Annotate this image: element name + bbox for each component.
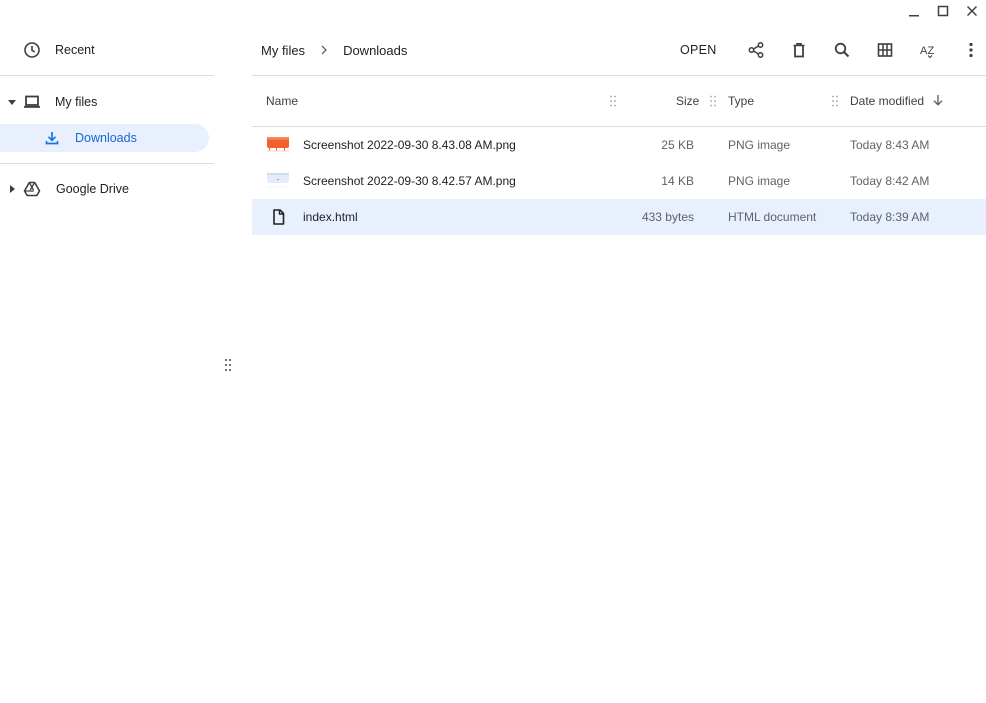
sidebar-item-downloads[interactable]: Downloads bbox=[0, 124, 209, 152]
minimize-button[interactable] bbox=[899, 0, 928, 22]
close-icon bbox=[966, 5, 977, 17]
sidebar-item-label: Google Drive bbox=[56, 182, 129, 196]
file-size: 25 KB bbox=[661, 138, 694, 152]
delete-button[interactable] bbox=[785, 36, 813, 64]
sidebar-item-google-drive[interactable]: Google Drive bbox=[7, 177, 129, 201]
clock-icon bbox=[23, 41, 41, 59]
sidebar-item-label: Downloads bbox=[75, 131, 137, 145]
image-thumbnail-orange bbox=[267, 137, 289, 152]
close-button[interactable] bbox=[957, 0, 986, 22]
share-button[interactable] bbox=[742, 36, 770, 64]
sidebar-item-recent[interactable]: Recent bbox=[23, 38, 95, 62]
image-thumbnail-light bbox=[267, 173, 289, 188]
grid-view-icon bbox=[877, 43, 892, 57]
column-header-size[interactable]: Size bbox=[676, 93, 699, 109]
more-options-button[interactable] bbox=[957, 36, 985, 64]
file-date-modified: Today 8:42 AM bbox=[850, 174, 930, 188]
document-icon bbox=[273, 209, 285, 225]
window-controls bbox=[899, 0, 986, 22]
drive-icon bbox=[23, 180, 41, 198]
search-button[interactable] bbox=[828, 36, 856, 64]
download-icon bbox=[43, 129, 61, 147]
file-name: index.html bbox=[303, 210, 358, 224]
expand-down-icon[interactable] bbox=[7, 97, 17, 107]
file-type: HTML document bbox=[728, 210, 817, 224]
column-header-date-modified[interactable]: Date modified bbox=[850, 93, 924, 109]
sort-button[interactable]: AZ bbox=[914, 36, 942, 64]
table-row[interactable]: Screenshot 2022-09-30 8.42.57 AM.png 14 … bbox=[252, 163, 986, 199]
maximize-button[interactable] bbox=[928, 0, 957, 22]
search-icon bbox=[834, 42, 849, 58]
delete-icon bbox=[793, 43, 805, 58]
drag-handle-icon bbox=[224, 358, 232, 372]
file-type: PNG image bbox=[728, 138, 791, 152]
file-date-modified: Today 8:43 AM bbox=[850, 138, 930, 152]
expand-right-icon[interactable] bbox=[7, 184, 17, 194]
sidebar-divider bbox=[0, 163, 214, 164]
file-name: Screenshot 2022-09-30 8.43.08 AM.png bbox=[303, 138, 516, 152]
sidebar-divider bbox=[0, 75, 214, 76]
minimize-icon bbox=[908, 15, 919, 17]
svg-text:Z: Z bbox=[927, 45, 934, 57]
breadcrumb-item-my-files[interactable]: My files bbox=[261, 43, 305, 58]
grid-view-button[interactable] bbox=[871, 36, 899, 64]
file-date-modified: Today 8:39 AM bbox=[850, 210, 930, 224]
file-list: Name Size Type Date modified Screenshot … bbox=[252, 76, 986, 235]
laptop-icon bbox=[23, 93, 41, 111]
table-row-selected[interactable]: index.html 433 bytes HTML document Today… bbox=[252, 199, 986, 235]
column-resize-handle[interactable] bbox=[610, 95, 616, 107]
column-header-name[interactable]: Name bbox=[266, 93, 298, 109]
splitter-handle[interactable] bbox=[224, 358, 232, 372]
sort-icon: AZ bbox=[920, 45, 934, 59]
maximize-icon bbox=[937, 5, 948, 17]
file-size: 14 KB bbox=[661, 174, 694, 188]
sidebar-item-my-files[interactable]: My files bbox=[7, 90, 97, 114]
column-resize-handle[interactable] bbox=[710, 95, 716, 107]
chevron-right-icon bbox=[319, 45, 329, 55]
open-button[interactable]: OPEN bbox=[670, 36, 727, 64]
column-resize-handle[interactable] bbox=[832, 95, 838, 107]
sidebar-item-label: Recent bbox=[55, 43, 95, 57]
sidebar-item-label: My files bbox=[55, 95, 98, 109]
table-row[interactable]: Screenshot 2022-09-30 8.43.08 AM.png 25 … bbox=[252, 127, 986, 163]
arrow-down-icon bbox=[933, 95, 943, 106]
file-size: 433 bytes bbox=[641, 210, 694, 224]
column-header-type[interactable]: Type bbox=[728, 93, 754, 109]
breadcrumb-item-downloads[interactable]: Downloads bbox=[343, 43, 407, 58]
table-header: Name Size Type Date modified bbox=[252, 76, 986, 127]
more-vert-icon bbox=[969, 42, 973, 58]
file-name: Screenshot 2022-09-30 8.42.57 AM.png bbox=[303, 174, 516, 188]
sidebar: Recent My files Downloads Google Drive bbox=[0, 0, 214, 703]
toolbar: OPEN AZ bbox=[670, 36, 985, 64]
file-type: PNG image bbox=[728, 174, 791, 188]
share-icon bbox=[748, 42, 764, 58]
breadcrumb: My files Downloads bbox=[261, 40, 407, 60]
